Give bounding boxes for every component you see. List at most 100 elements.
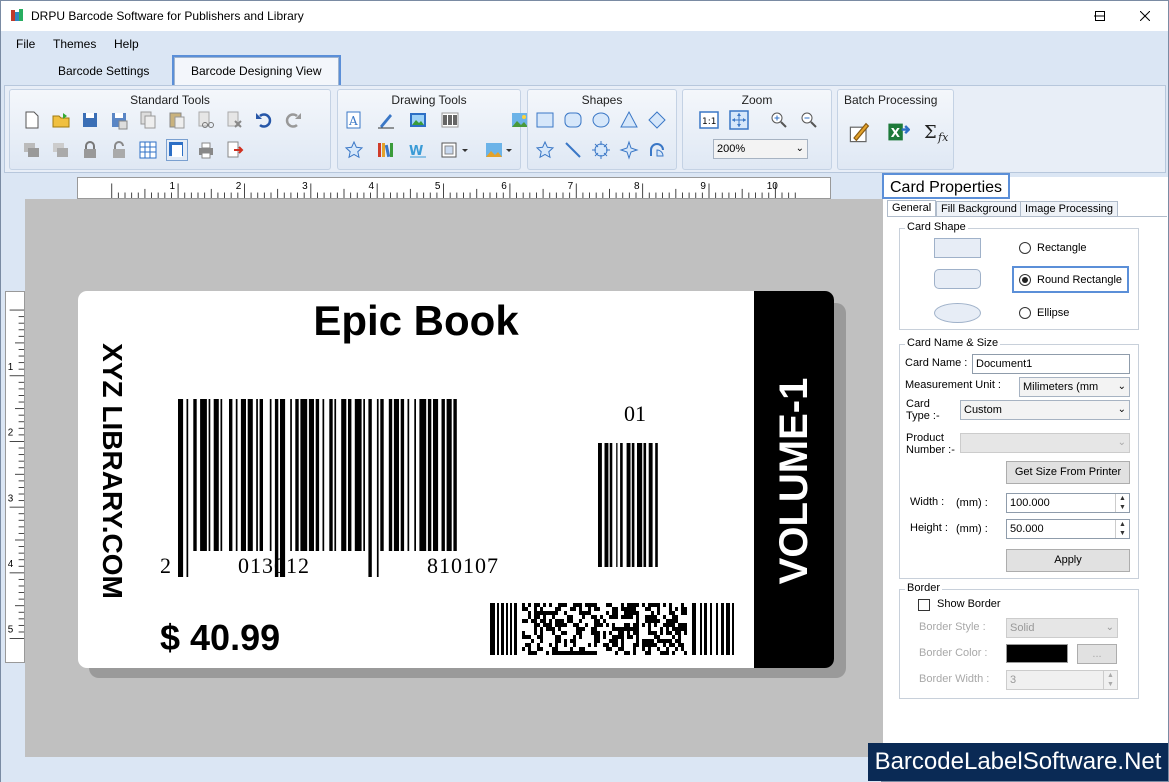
pdf-cell bbox=[627, 611, 630, 615]
group-shapes: Shapes bbox=[527, 89, 677, 170]
pdf-cell bbox=[534, 615, 537, 619]
pdf-cell bbox=[651, 619, 654, 623]
line-shape-icon[interactable] bbox=[563, 140, 583, 160]
shape-select-dropdown-icon[interactable] bbox=[440, 140, 472, 160]
width-input[interactable]: 100.000 ▲ ▼ bbox=[1006, 493, 1130, 513]
pen-tool-icon[interactable] bbox=[376, 110, 396, 130]
border-width-spinner[interactable]: ▲ ▼ bbox=[1103, 671, 1117, 689]
pdf-cell bbox=[678, 623, 681, 627]
height-spinner[interactable]: ▲ ▼ bbox=[1115, 520, 1129, 538]
rounded-rectangle-shape-icon[interactable] bbox=[563, 110, 583, 130]
pdf-cell bbox=[651, 611, 654, 615]
redo-icon[interactable] bbox=[283, 110, 303, 130]
pdf-cell bbox=[588, 643, 591, 647]
copy-icon[interactable] bbox=[138, 110, 158, 130]
library-tool-icon[interactable] bbox=[376, 140, 396, 160]
print-icon[interactable] bbox=[196, 140, 216, 160]
group-icon[interactable] bbox=[22, 140, 42, 160]
price-text[interactable]: $ 40.99 bbox=[160, 617, 280, 659]
show-border-label: Show Border bbox=[937, 598, 1001, 610]
maximize-button[interactable] bbox=[1077, 1, 1123, 31]
card-properties-title: Card Properties bbox=[882, 173, 1011, 199]
pdf-cell bbox=[591, 615, 594, 619]
unlock-icon[interactable] bbox=[109, 140, 129, 160]
save-icon[interactable] bbox=[80, 110, 100, 130]
triangle-shape-icon[interactable] bbox=[619, 110, 639, 130]
close-button[interactable] bbox=[1122, 1, 1168, 31]
pdf-cell bbox=[621, 635, 624, 639]
height-input[interactable]: 50.000 ▲ ▼ bbox=[1006, 519, 1130, 539]
ean-barcode[interactable] bbox=[178, 399, 538, 579]
round-rectangle-radio[interactable] bbox=[1019, 274, 1031, 286]
addon-barcode[interactable] bbox=[596, 443, 676, 567]
grid-icon[interactable] bbox=[138, 140, 158, 160]
fit-to-window-icon[interactable] bbox=[729, 110, 749, 130]
pdf-cell bbox=[678, 631, 681, 635]
border-color-picker-button[interactable]: ... bbox=[1077, 644, 1117, 664]
burst-shape-icon[interactable] bbox=[591, 140, 611, 160]
ellipse-radio[interactable] bbox=[1019, 307, 1031, 319]
export-icon[interactable] bbox=[225, 140, 245, 160]
ellipse-shape-icon[interactable] bbox=[591, 110, 611, 130]
barcode-bar bbox=[446, 399, 452, 551]
menu-help[interactable]: Help bbox=[114, 37, 139, 51]
zoom-level-select[interactable]: 200% ⌄ bbox=[713, 139, 808, 159]
menu-file[interactable]: File bbox=[16, 37, 35, 51]
ungroup-icon[interactable] bbox=[51, 140, 71, 160]
zoom-out-icon[interactable] bbox=[799, 110, 819, 130]
excel-import-icon[interactable]: X bbox=[886, 120, 910, 144]
product-number-select[interactable]: ⌄ bbox=[960, 433, 1130, 453]
pdf-cell bbox=[666, 623, 669, 627]
width-spinner[interactable]: ▲ ▼ bbox=[1115, 494, 1129, 512]
menu-themes[interactable]: Themes bbox=[53, 37, 96, 51]
actual-size-icon[interactable]: 1:1 bbox=[699, 110, 719, 130]
card-name-input[interactable]: Document1 bbox=[972, 354, 1130, 374]
barcode-tool-icon[interactable] bbox=[440, 110, 460, 130]
lock-icon[interactable] bbox=[80, 140, 100, 160]
border-color-swatch[interactable] bbox=[1006, 644, 1068, 663]
paste-icon[interactable] bbox=[167, 110, 187, 130]
cut-icon[interactable] bbox=[196, 110, 216, 130]
diamond-shape-icon[interactable] bbox=[647, 110, 667, 130]
label-volume-text[interactable]: VOLUME-1 bbox=[772, 319, 816, 643]
pdf417-barcode[interactable] bbox=[490, 603, 734, 655]
label-title-text[interactable]: Epic Book bbox=[78, 297, 834, 345]
watermark-tool-icon[interactable]: W bbox=[408, 140, 428, 160]
pdf-cell bbox=[540, 619, 543, 623]
tab-image-processing[interactable]: Image Processing bbox=[1020, 201, 1119, 217]
delete-icon[interactable] bbox=[225, 110, 245, 130]
border-width-input[interactable]: 3 ▲ ▼ bbox=[1006, 670, 1118, 690]
formula-icon[interactable]: Σfx bbox=[924, 120, 952, 144]
get-size-from-printer-button[interactable]: Get Size From Printer bbox=[1006, 461, 1130, 484]
undo-icon[interactable] bbox=[254, 110, 274, 130]
star-shape-icon[interactable] bbox=[535, 140, 555, 160]
arc-shape-icon[interactable] bbox=[647, 140, 667, 160]
border-style-select[interactable]: Solid ⌄ bbox=[1006, 618, 1118, 638]
barcode-label-card[interactable]: Epic Book XYZ LIBRARY.COM VOLUME-1 2 013… bbox=[78, 291, 834, 668]
batch-edit-icon[interactable] bbox=[848, 120, 872, 144]
tab-general[interactable]: General bbox=[887, 200, 937, 217]
tab-barcode-designing-view[interactable]: Barcode Designing View bbox=[172, 55, 341, 87]
chevron-down-icon: ⌄ bbox=[1117, 437, 1126, 448]
pdf-cell bbox=[573, 623, 576, 627]
text-tool-icon[interactable]: A bbox=[344, 110, 364, 130]
star-shape-tool-icon[interactable] bbox=[344, 140, 364, 160]
show-border-checkbox[interactable] bbox=[918, 599, 930, 611]
rectangle-shape-icon[interactable] bbox=[535, 110, 555, 130]
zoom-in-icon[interactable] bbox=[769, 110, 789, 130]
save-as-icon[interactable] bbox=[109, 110, 129, 130]
card-type-select[interactable]: Custom ⌄ bbox=[960, 400, 1130, 420]
print-preview-icon[interactable] bbox=[166, 139, 188, 161]
image-tool-icon[interactable] bbox=[408, 110, 428, 130]
rectangle-radio[interactable] bbox=[1019, 242, 1031, 254]
four-point-star-shape-icon[interactable] bbox=[619, 140, 639, 160]
new-icon[interactable] bbox=[22, 110, 42, 130]
pdf-cell bbox=[534, 611, 537, 615]
tab-fill-background[interactable]: Fill Background bbox=[936, 201, 1022, 217]
measurement-unit-select[interactable]: Milimeters (mm ⌄ bbox=[1019, 377, 1130, 397]
label-side-text[interactable]: XYZ LIBRARY.COM bbox=[88, 321, 128, 621]
apply-button[interactable]: Apply bbox=[1006, 549, 1130, 572]
tab-barcode-settings[interactable]: Barcode Settings bbox=[48, 60, 159, 84]
image-dropdown-icon[interactable] bbox=[484, 140, 516, 160]
open-icon[interactable] bbox=[51, 110, 71, 130]
